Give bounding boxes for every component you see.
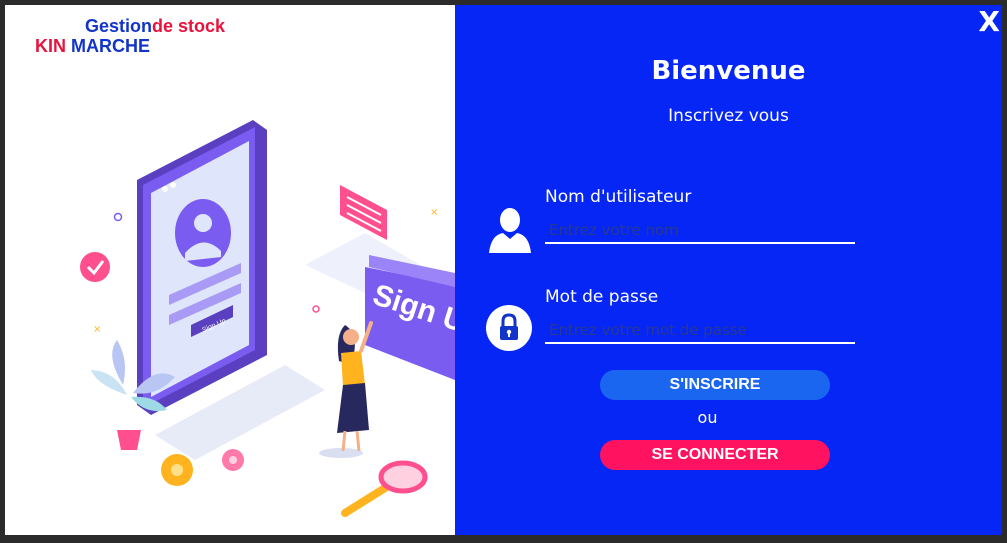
close-button[interactable]: X <box>978 7 1000 37</box>
left-panel: Gestionde stock KIN MARCHE Sign Up Sign … <box>5 5 455 535</box>
avatar-head-icon <box>194 214 212 232</box>
login-button[interactable]: SE CONNECTER <box>600 440 830 470</box>
phone-sensor-icon <box>170 182 176 188</box>
person-top <box>341 351 365 387</box>
signup-illustration: Sign Up Sign U × × <box>80 120 455 517</box>
gear-small-hub <box>229 456 237 464</box>
password-input[interactable] <box>545 318 855 344</box>
plant-leaf-1 <box>112 340 125 385</box>
person-head <box>343 329 359 345</box>
username-input[interactable] <box>545 218 855 244</box>
username-label: Nom d'utilisateur <box>545 187 692 207</box>
form-subtitle: Inscrivez vous <box>668 106 789 126</box>
deco-ring <box>113 212 123 222</box>
gear-hub <box>171 464 183 476</box>
deco-cross-icon-2: × <box>93 324 101 335</box>
login-panel: X Bienvenue Inscrivez vous Nom d'utilisa… <box>455 5 1002 535</box>
form-title: Bienvenue <box>651 56 806 86</box>
lock-icon <box>486 305 532 351</box>
phone-camera-icon <box>162 186 168 192</box>
person-leg-1 <box>341 430 347 452</box>
person-skirt <box>337 383 369 433</box>
user-icon <box>489 208 531 253</box>
or-text: ou <box>697 408 718 427</box>
person-leg-2 <box>355 430 361 452</box>
password-label: Mot de passe <box>545 287 659 307</box>
plant-pot <box>117 430 141 450</box>
check-badge-icon <box>80 252 110 282</box>
deco-ring-pink <box>312 305 320 313</box>
magnifier-icon <box>378 460 428 494</box>
app-window: Gestionde stock KIN MARCHE Sign Up Sign … <box>5 5 1002 535</box>
signup-button[interactable]: S'INSCRIRE <box>600 370 830 400</box>
person-shadow <box>319 448 363 458</box>
chat-bubble <box>340 185 387 240</box>
deco-cross-icon: × <box>430 207 438 218</box>
